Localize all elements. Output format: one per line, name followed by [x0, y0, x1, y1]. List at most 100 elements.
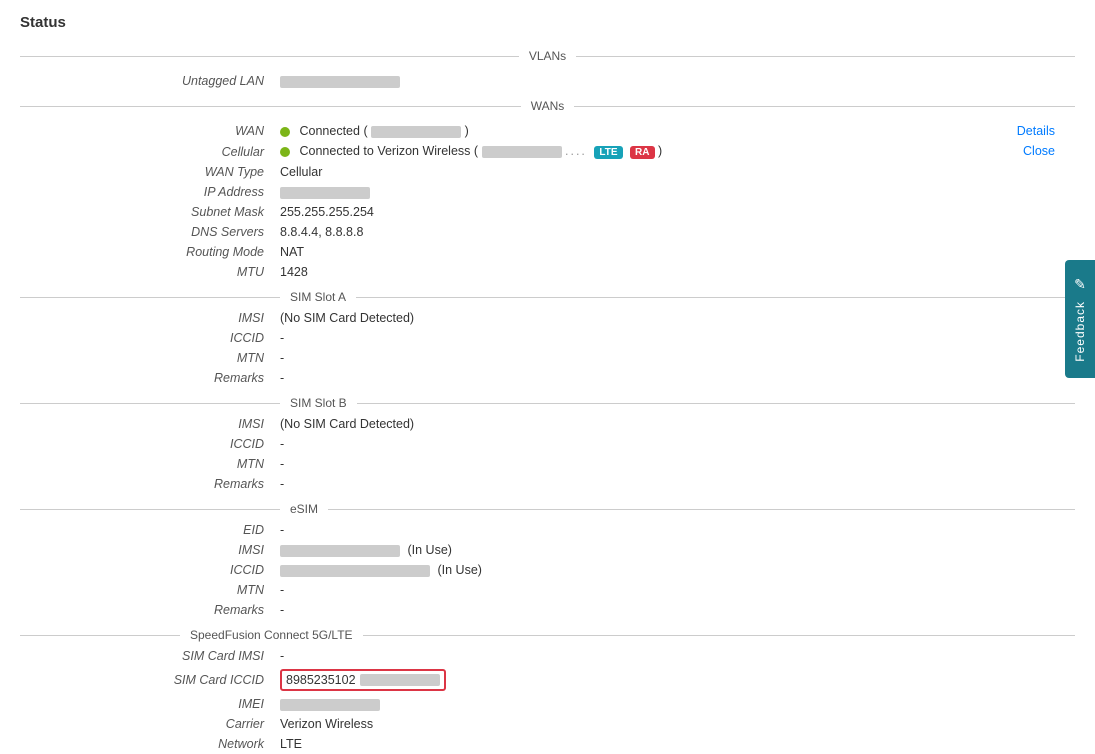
sim-card-iccid-row: SIM Card ICCID 8985235102 [20, 666, 1075, 694]
subnet-mask-label: Subnet Mask [20, 205, 280, 219]
wan-value: Connected ( ) [280, 124, 1075, 138]
remarks-esim-row: Remarks - [20, 600, 1075, 620]
imsi-esim-blurred [280, 545, 400, 557]
cellular-row: Cellular Connected to Verizon Wireless (… [20, 141, 1075, 162]
wans-divider: WANs [20, 99, 1075, 113]
carrier-label: Carrier [20, 717, 280, 731]
wan-row: WAN Connected ( ) Details [20, 121, 1075, 141]
untagged-lan-blurred [280, 76, 400, 88]
lte-badge: LTE [594, 146, 622, 159]
sim-slot-b-label: SIM Slot B [280, 396, 357, 410]
remarks-b-label: Remarks [20, 477, 280, 491]
eid-label: EID [20, 523, 280, 537]
imsi-a-row: IMSI (No SIM Card Detected) [20, 308, 1075, 328]
imsi-esim-value: (In Use) [280, 543, 1075, 557]
sim-card-iccid-value: 8985235102 [280, 669, 1075, 691]
sim-slot-b-divider: SIM Slot B [20, 396, 1075, 410]
vlans-divider: VLANs [20, 49, 1075, 63]
carrier-value: Verizon Wireless [280, 717, 1075, 731]
network-value: LTE [280, 737, 1075, 751]
iccid-a-value: - [280, 331, 1075, 345]
iccid-b-row: ICCID - [20, 434, 1075, 454]
mtn-b-row: MTN - [20, 454, 1075, 474]
routing-mode-row: Routing Mode NAT [20, 242, 1075, 262]
imsi-b-label: IMSI [20, 417, 280, 431]
imei-row: IMEI [20, 694, 1075, 714]
feedback-pencil-icon: ✎ [1074, 276, 1086, 293]
ip-address-label: IP Address [20, 185, 280, 199]
ip-address-value [280, 185, 1075, 199]
imsi-b-value: (No SIM Card Detected) [280, 417, 1075, 431]
ip-address-blurred [280, 187, 370, 199]
mtn-esim-row: MTN - [20, 580, 1075, 600]
cellular-status-dot [280, 147, 290, 157]
remarks-b-row: Remarks - [20, 474, 1075, 494]
eid-value: - [280, 523, 1075, 537]
speedfusion-label: SpeedFusion Connect 5G/LTE [180, 628, 363, 642]
remarks-a-row: Remarks - [20, 368, 1075, 388]
page-title: Status [0, 0, 1095, 41]
mtu-value: 1428 [280, 265, 1075, 279]
dns-servers-label: DNS Servers [20, 225, 280, 239]
sim-card-iccid-highlight: 8985235102 [280, 669, 446, 691]
remarks-a-label: Remarks [20, 371, 280, 385]
untagged-lan-row: Untagged LAN [20, 71, 1075, 91]
remarks-a-value: - [280, 371, 1075, 385]
wan-status-text: Connected [299, 124, 359, 138]
sim-slot-a-divider: SIM Slot A [20, 290, 1075, 304]
iccid-a-label: ICCID [20, 331, 280, 345]
ip-address-row: IP Address [20, 182, 1075, 202]
cellular-status-text: Connected to Verizon Wireless ( [299, 144, 478, 158]
ra-badge: RA [630, 146, 654, 159]
eid-row: EID - [20, 520, 1075, 540]
mtn-b-label: MTN [20, 457, 280, 471]
iccid-esim-label: ICCID [20, 563, 280, 577]
wan-status-dot [280, 127, 290, 137]
iccid-esim-suffix: (In Use) [437, 563, 481, 577]
iccid-b-label: ICCID [20, 437, 280, 451]
sim-card-imsi-value: - [280, 649, 1075, 663]
cellular-close-link[interactable]: Close [1023, 144, 1055, 158]
iccid-esim-value: (In Use) [280, 563, 1075, 577]
feedback-button[interactable]: ✎ Feedback [1065, 260, 1095, 378]
iccid-a-row: ICCID - [20, 328, 1075, 348]
wan-label: WAN [20, 124, 280, 138]
mtn-a-value: - [280, 351, 1075, 365]
iccid-esim-row: ICCID (In Use) [20, 560, 1075, 580]
sim-card-imsi-label: SIM Card IMSI [20, 649, 280, 663]
imsi-a-label: IMSI [20, 311, 280, 325]
mtn-b-value: - [280, 457, 1075, 471]
wan-type-label: WAN Type [20, 165, 280, 179]
network-row: Network LTE [20, 734, 1075, 754]
subnet-mask-value: 255.255.255.254 [280, 205, 1075, 219]
imsi-b-row: IMSI (No SIM Card Detected) [20, 414, 1075, 434]
feedback-label: Feedback [1073, 301, 1087, 362]
network-label: Network [20, 737, 280, 751]
imei-value [280, 697, 1075, 711]
mtn-a-label: MTN [20, 351, 280, 365]
untagged-lan-value [280, 74, 1075, 88]
iccid-esim-blurred [280, 565, 430, 577]
remarks-esim-value: - [280, 603, 1075, 617]
carrier-row: Carrier Verizon Wireless [20, 714, 1075, 734]
remarks-b-value: - [280, 477, 1075, 491]
routing-mode-value: NAT [280, 245, 1075, 259]
speedfusion-divider: SpeedFusion Connect 5G/LTE [20, 628, 1075, 642]
sim-slot-a-label: SIM Slot A [280, 290, 356, 304]
esim-label: eSIM [280, 502, 328, 516]
mtu-label: MTU [20, 265, 280, 279]
esim-divider: eSIM [20, 502, 1075, 516]
sim-card-iccid-blurred [360, 674, 440, 686]
imei-label: IMEI [20, 697, 280, 711]
wan-type-value: Cellular [280, 165, 1075, 179]
wan-details-link[interactable]: Details [1017, 124, 1055, 138]
subnet-mask-row: Subnet Mask 255.255.255.254 [20, 202, 1075, 222]
cellular-ip-blurred [482, 146, 562, 158]
dns-servers-row: DNS Servers 8.8.4.4, 8.8.8.8 [20, 222, 1075, 242]
mtu-row: MTU 1428 [20, 262, 1075, 282]
cellular-value: Connected to Verizon Wireless ( .... LTE… [280, 144, 1075, 159]
cellular-dots: .... [565, 144, 587, 158]
mtn-esim-value: - [280, 583, 1075, 597]
imsi-esim-suffix: (In Use) [407, 543, 451, 557]
mtn-a-row: MTN - [20, 348, 1075, 368]
